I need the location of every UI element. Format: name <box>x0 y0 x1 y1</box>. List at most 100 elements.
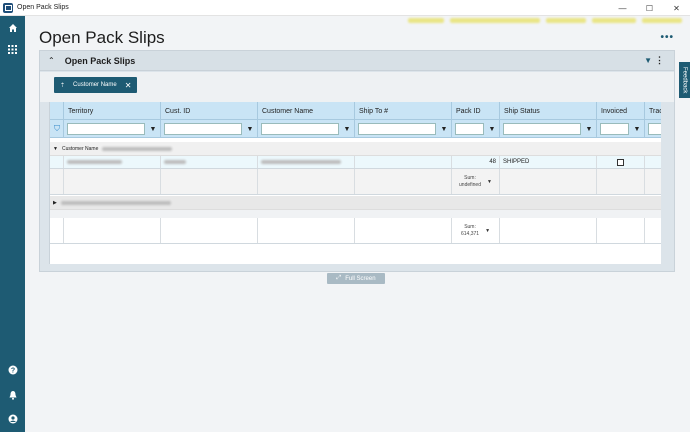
summary-spacer <box>50 218 64 243</box>
window-title: Open Pack Slips <box>17 4 69 11</box>
redacted-group-value <box>102 146 173 151</box>
summary-cell <box>597 169 645 194</box>
summary-spacer <box>50 169 64 194</box>
summary-cell <box>258 218 355 243</box>
filter-icon[interactable]: ▼ <box>244 123 256 135</box>
filter-input-customer-name[interactable] <box>261 123 339 135</box>
cell-ship-to <box>355 156 452 168</box>
filter-icon[interactable]: ▼ <box>341 123 353 135</box>
filter-icon[interactable]: ▼ <box>438 123 450 135</box>
filter-cell-ship-to: ▼ <box>355 120 452 138</box>
total-sum-value: 614,371 <box>460 230 480 237</box>
summary-cell <box>500 218 597 243</box>
group-sum-text: Sum: undefined <box>459 175 481 189</box>
filter-icon[interactable]: ▼ <box>147 123 159 135</box>
full-screen-button[interactable]: ⤢ Full Screen <box>327 273 385 284</box>
total-summary-row: Sum: 614,371 ▼ <box>50 218 661 244</box>
filter-input-invoiced[interactable] <box>600 123 629 135</box>
panel-filter-icon[interactable]: ▼ <box>644 56 652 65</box>
expand-arrows-icon: ⤢ <box>336 275 342 281</box>
panel-title: Open Pack Slips <box>64 55 136 66</box>
invoiced-checkbox[interactable] <box>617 158 624 166</box>
cell-tracking <box>645 156 661 168</box>
row-spacer <box>50 156 64 168</box>
cell-territory <box>64 156 161 168</box>
close-button[interactable]: ✕ <box>663 0 690 16</box>
full-screen-label: Full Screen <box>345 275 376 282</box>
group-chip-label: Customer Name <box>73 82 117 88</box>
group-sum-value: undefined <box>459 181 481 188</box>
summary-cell <box>64 169 161 194</box>
summary-cell <box>161 169 258 194</box>
sum-dropdown-icon[interactable]: ▼ <box>485 228 490 234</box>
table-row[interactable]: 48 SHIPPED <box>50 156 661 169</box>
filter-cell-customer-name: ▼ <box>258 120 355 138</box>
window-titlebar: Open Pack Slips — ☐ ✕ <box>0 0 690 16</box>
group-summary-row: Sum: undefined ▼ <box>50 169 661 195</box>
expand-arrow-icon[interactable]: ▶ <box>53 200 57 206</box>
group-row-expanded[interactable]: ▼ Customer Name <box>50 142 661 156</box>
filter-input-ship-to[interactable] <box>358 123 436 135</box>
more-options-icon[interactable]: ••• <box>660 32 674 43</box>
collapse-arrow-icon[interactable]: ▼ <box>53 146 58 152</box>
filter-cell-ship-status: ▼ <box>500 120 597 138</box>
summary-cell <box>645 169 661 194</box>
filter-cell-tracking <box>645 120 661 138</box>
column-header-ship-status[interactable]: Ship Status <box>500 102 597 120</box>
group-row-collapsed[interactable]: ▶ <box>50 196 661 210</box>
user-account-icon[interactable] <box>0 410 25 428</box>
collapse-chevron-icon[interactable]: ⌃ <box>48 56 55 65</box>
filter-input-ship-status[interactable] <box>503 123 581 135</box>
redacted-group-value <box>60 200 171 205</box>
pin-icon: ⇡ <box>60 82 66 89</box>
group-by-bar: ⇡ Customer Name ✕ <box>40 72 674 102</box>
group-chip-customer-name[interactable]: ⇡ Customer Name ✕ <box>54 77 138 93</box>
filter-input-tracking[interactable] <box>648 123 661 135</box>
column-header-pack-id[interactable]: Pack ID <box>452 102 500 120</box>
clear-filter-icon[interactable]: ⛉ <box>54 124 60 134</box>
notifications-icon[interactable] <box>0 386 25 404</box>
panel-header: ⌃ Open Pack Slips ▼ ⋮ <box>40 51 674 71</box>
main-content: Open Pack Slips ••• ⌃ Open Pack Slips ▼ … <box>25 16 690 432</box>
home-icon[interactable] <box>0 19 25 37</box>
total-sum-cell[interactable]: Sum: 614,371 ▼ <box>452 218 500 243</box>
summary-cell <box>355 218 452 243</box>
help-icon[interactable]: ? <box>0 361 25 379</box>
app-logo-icon <box>3 2 13 13</box>
column-header-tracking[interactable]: Trackin <box>645 102 661 120</box>
cell-pack-id: 48 <box>452 156 500 168</box>
grid-spacer <box>50 210 661 218</box>
cell-cust-id <box>161 156 258 168</box>
column-header-invoiced[interactable]: Invoiced <box>597 102 645 120</box>
cell-customer-name <box>258 156 355 168</box>
column-header-customer-name[interactable]: Customer Name <box>258 102 355 120</box>
column-header-cust-id[interactable]: Cust. ID <box>161 102 258 120</box>
feedback-tab[interactable]: Feedback <box>679 62 690 98</box>
filter-input-cust-id[interactable] <box>164 123 242 135</box>
filter-input-pack-id[interactable] <box>455 123 484 135</box>
filter-input-territory[interactable] <box>67 123 145 135</box>
minimize-button[interactable]: — <box>609 0 636 16</box>
group-row-label: Customer Name <box>61 145 99 152</box>
filter-icon[interactable]: ▼ <box>486 123 498 135</box>
apps-grid-icon[interactable] <box>0 40 25 58</box>
column-header-territory[interactable]: Territory <box>64 102 161 120</box>
filter-icon[interactable]: ▼ <box>583 123 595 135</box>
group-sum-label: Sum: <box>464 174 476 181</box>
summary-cell <box>64 218 161 243</box>
filter-icon[interactable]: ▼ <box>631 123 643 135</box>
pack-slips-panel: ⌃ Open Pack Slips ▼ ⋮ ⇡ Customer Name ✕ … <box>39 50 675 272</box>
panel-kebab-menu-icon[interactable]: ⋮ <box>655 55 664 66</box>
svg-text:?: ? <box>10 368 14 375</box>
filter-cell-invoiced: ▼ <box>597 120 645 138</box>
sidebar: ? <box>0 16 25 432</box>
grid-filter-row: ⛉ ▼ ▼ ▼ ▼ ▼ ▼ ▼ <box>50 120 661 138</box>
page-title: Open Pack Slips <box>39 28 165 47</box>
remove-group-icon[interactable]: ✕ <box>125 81 132 90</box>
summary-cell <box>161 218 258 243</box>
column-header-ship-to[interactable]: Ship To # <box>355 102 452 120</box>
maximize-button[interactable]: ☐ <box>636 0 663 16</box>
summary-cell <box>645 218 661 243</box>
sum-dropdown-icon[interactable]: ▼ <box>487 179 492 185</box>
group-sum-cell[interactable]: Sum: undefined ▼ <box>452 169 500 194</box>
